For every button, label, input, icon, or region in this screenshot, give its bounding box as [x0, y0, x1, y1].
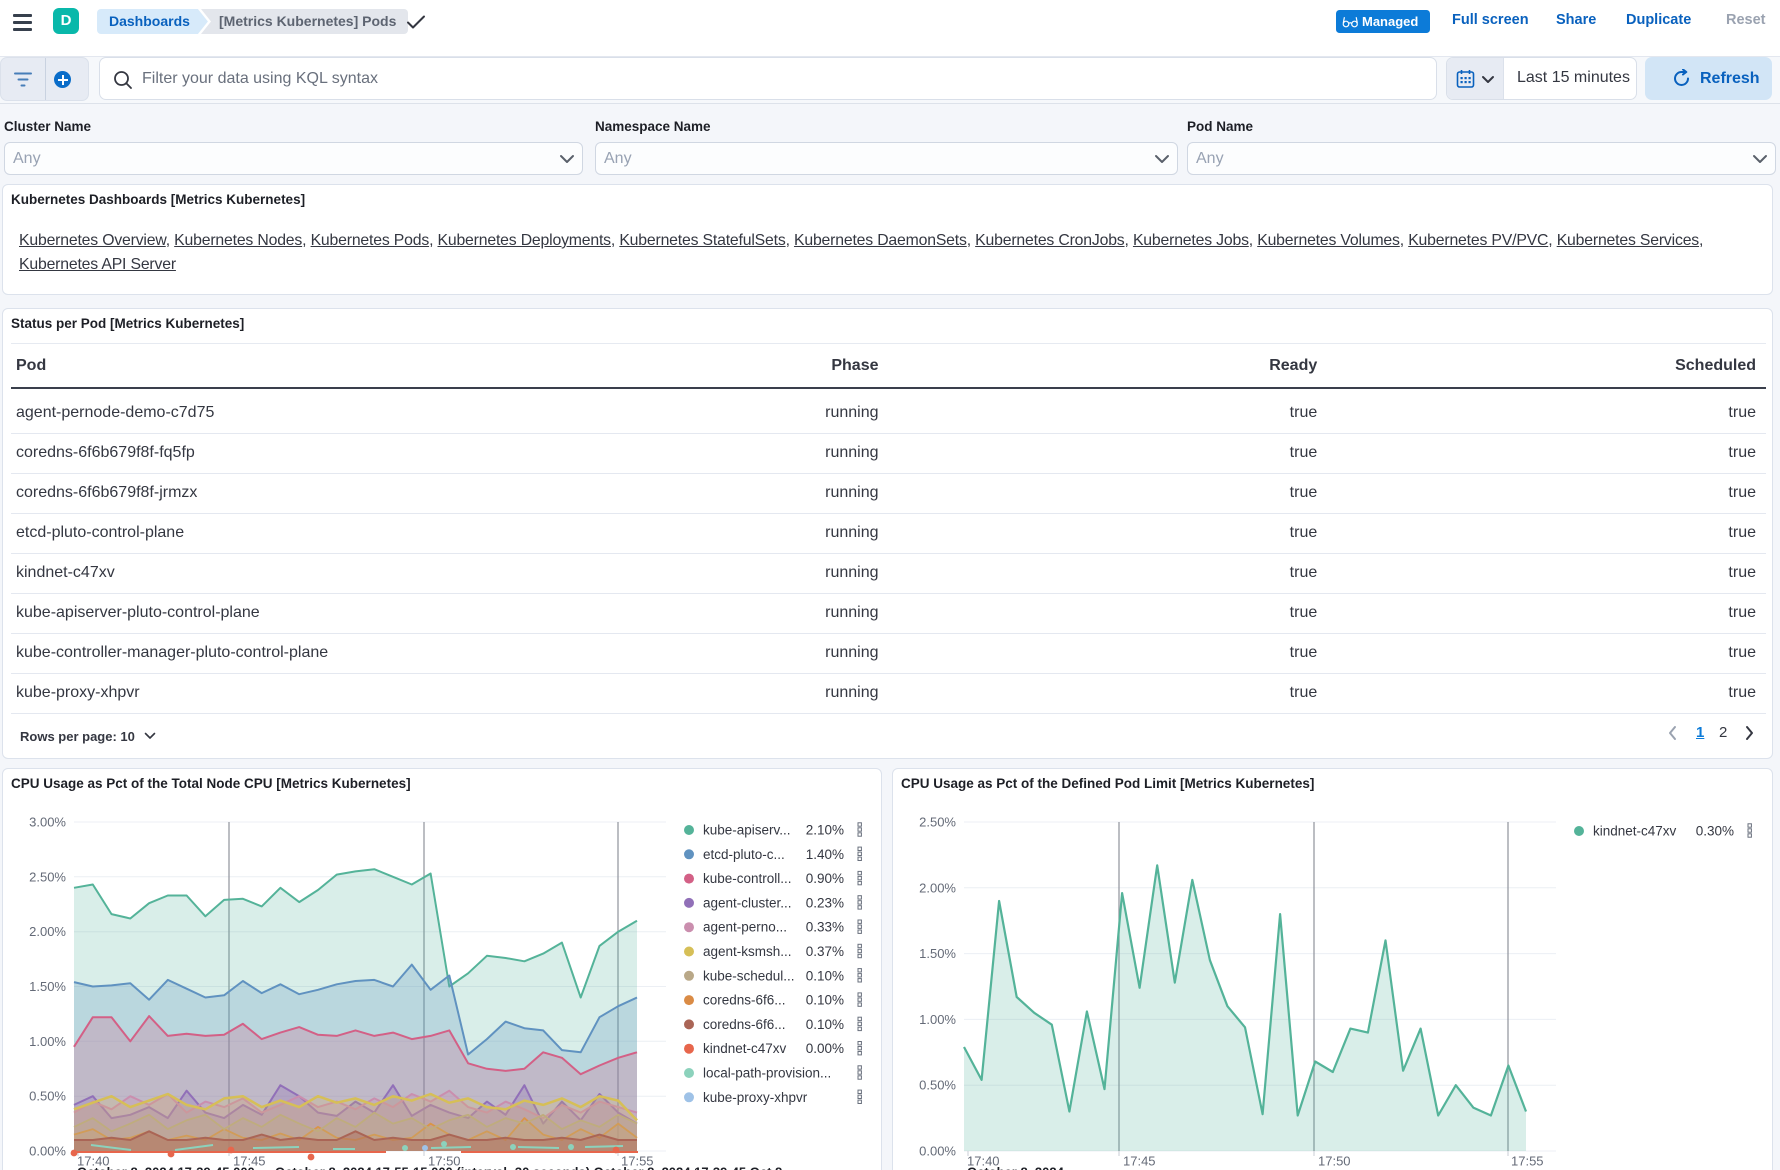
svg-text:kube-proxy-xhpvr: kube-proxy-xhpvr — [703, 1090, 808, 1105]
svg-text:coredns-6f6...: coredns-6f6... — [703, 1017, 786, 1032]
svg-text:0.50%: 0.50% — [919, 1078, 956, 1093]
svg-text:kindnet-c47xv: kindnet-c47xv — [1593, 824, 1677, 839]
svg-text:1.40%: 1.40% — [806, 847, 844, 862]
svg-text:coredns-6f6...: coredns-6f6... — [703, 993, 786, 1008]
svg-text:0.00%: 0.00% — [29, 1144, 66, 1159]
svg-text:0.50%: 0.50% — [29, 1089, 66, 1104]
svg-text:0.33%: 0.33% — [806, 920, 844, 935]
svg-text:0.23%: 0.23% — [806, 895, 844, 910]
svg-text:0.00%: 0.00% — [806, 1041, 844, 1056]
svg-text:3.00%: 3.00% — [29, 815, 66, 830]
svg-text:October 8, 2024: October 8, 2024 — [967, 1165, 1065, 1170]
svg-text:0.90%: 0.90% — [806, 871, 844, 886]
svg-text:agent-ksmsh...: agent-ksmsh... — [703, 944, 792, 959]
svg-text:2.50%: 2.50% — [29, 869, 66, 884]
svg-text:etcd-pluto-c...: etcd-pluto-c... — [703, 847, 785, 862]
svg-text:17:55: 17:55 — [1511, 1154, 1544, 1169]
svg-text:local-path-provision...: local-path-provision... — [703, 1066, 831, 1081]
svg-text:kindnet-c47xv: kindnet-c47xv — [703, 1041, 787, 1056]
svg-text:2.00%: 2.00% — [29, 924, 66, 939]
svg-text:1.00%: 1.00% — [919, 1012, 956, 1027]
svg-text:kube-controll...: kube-controll... — [703, 871, 792, 886]
svg-text:0.30%: 0.30% — [1696, 824, 1734, 839]
svg-text:1.50%: 1.50% — [29, 979, 66, 994]
svg-text:0.00%: 0.00% — [919, 1144, 956, 1159]
svg-text:kube-schedul...: kube-schedul... — [703, 968, 795, 983]
svg-text:1.50%: 1.50% — [919, 946, 956, 961]
svg-text:agent-perno...: agent-perno... — [703, 920, 787, 935]
svg-text:17:50: 17:50 — [1318, 1154, 1351, 1169]
svg-text:kube-apiserv...: kube-apiserv... — [703, 823, 791, 838]
svg-text:2.00%: 2.00% — [919, 880, 956, 895]
svg-text:2.10%: 2.10% — [806, 823, 844, 838]
svg-text:2.50%: 2.50% — [919, 815, 956, 830]
svg-text:agent-cluster...: agent-cluster... — [703, 895, 792, 910]
svg-text:0.10%: 0.10% — [806, 1017, 844, 1032]
svg-text:0.37%: 0.37% — [806, 944, 844, 959]
svg-text:0.10%: 0.10% — [806, 968, 844, 983]
svg-text:17:45: 17:45 — [1123, 1154, 1156, 1169]
svg-text:0.10%: 0.10% — [806, 993, 844, 1008]
svg-text:1.00%: 1.00% — [29, 1034, 66, 1049]
svg-text:October 8, 2024 17:39:45.000 —: October 8, 2024 17:39:45.000 — October 8… — [77, 1165, 782, 1170]
